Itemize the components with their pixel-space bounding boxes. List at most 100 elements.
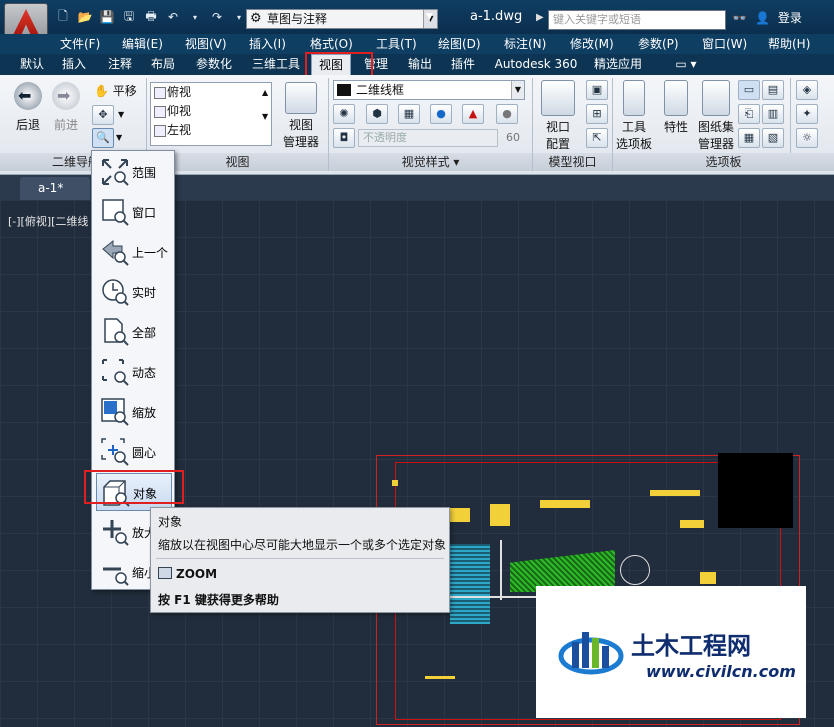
design-center-icon[interactable]: ⎗ <box>738 104 760 124</box>
panel-label-model-viewports[interactable]: 模型视口 <box>533 153 612 171</box>
view-bottom[interactable]: 仰视 <box>151 102 271 121</box>
binoculars-icon[interactable]: 👓 <box>732 11 747 25</box>
orbit-dropdown-icon[interactable]: ▼ <box>118 110 124 119</box>
menu-draw[interactable]: 绘图(D) <box>438 34 481 54</box>
menu-edit[interactable]: 编辑(E) <box>122 34 163 54</box>
views-scroll-down-icon[interactable]: ▼ <box>262 112 268 121</box>
tab-default[interactable]: 默认 <box>12 54 52 75</box>
face-style-icon[interactable]: ▦ <box>398 104 420 124</box>
tab-insert[interactable]: 插入 <box>54 54 94 75</box>
menu-tools[interactable]: 工具(T) <box>376 34 417 54</box>
search-input[interactable]: 键入关键字或短语 <box>548 10 726 30</box>
redo-icon[interactable]: ↷ <box>208 8 226 26</box>
forward-button[interactable]: ➡ 前进 <box>48 82 84 133</box>
color-sphere-icon[interactable]: ● <box>430 104 452 124</box>
tab-annotate[interactable]: 注释 <box>100 54 140 75</box>
menu-window[interactable]: 窗口(W) <box>702 34 747 54</box>
drawing-text-block <box>650 490 700 496</box>
menu-modify[interactable]: 修改(M) <box>570 34 614 54</box>
tab-plugins[interactable]: 插件 <box>443 54 483 75</box>
workspace-selector[interactable]: ⚙ 草图与注释 ▼ <box>246 9 438 29</box>
zoom-realtime[interactable]: 实时 <box>96 273 172 311</box>
opacity-slider[interactable]: 不透明度 <box>358 129 498 147</box>
undo-dropdown-icon[interactable]: ▾ <box>186 8 204 26</box>
views-scroll-up-icon[interactable]: ▲ <box>262 88 268 97</box>
pan-button[interactable]: ✋ 平移 <box>94 82 142 99</box>
tab-output[interactable]: 输出 <box>400 54 440 75</box>
tab-autodesk-360[interactable]: Autodesk 360 <box>488 54 584 75</box>
orbit-icon[interactable]: ✥ <box>92 105 114 125</box>
new-icon[interactable]: 🗋 <box>54 8 72 26</box>
properties-button[interactable]: 特性 <box>658 80 694 135</box>
material-sphere-icon[interactable]: ● <box>496 104 518 124</box>
visual-style-select[interactable]: 二维线框 ▼ <box>333 80 525 100</box>
undo-icon[interactable]: ↶ <box>164 8 182 26</box>
menu-file[interactable]: 文件(F) <box>60 34 100 54</box>
view-top[interactable]: 俯视 <box>151 83 271 102</box>
view-left[interactable]: 左视 <box>151 121 271 140</box>
qat-dropdown-icon[interactable]: ▼ <box>426 12 433 22</box>
extra-tool-2-icon[interactable]: ✦ <box>796 104 818 124</box>
zoom-all[interactable]: 全部 <box>96 313 172 351</box>
ribbon-minimize-icon[interactable]: ▭ ▾ <box>668 54 704 75</box>
zoom-dynamic[interactable]: 动态 <box>96 353 172 391</box>
quickcalc-icon[interactable]: ▧ <box>762 128 784 148</box>
zoom-dropdown-button[interactable]: 🔍 <box>92 128 114 148</box>
tab-3d-tools[interactable]: 三维工具 <box>246 54 306 75</box>
edge-effects-icon[interactable]: ✺ <box>333 104 355 124</box>
menu-parametric[interactable]: 参数(P) <box>638 34 679 54</box>
zoom-extents[interactable]: 范围 <box>96 153 172 191</box>
zoom-previous-icon <box>100 237 130 267</box>
command-line-icon[interactable]: ▭ <box>738 80 760 100</box>
shadow-icon[interactable]: ▲ <box>462 104 484 124</box>
view-manager-button[interactable]: 视图 管理器 <box>278 82 324 150</box>
wireframe-swatch-icon <box>337 84 351 96</box>
panel-label-visual-styles[interactable]: 视觉样式 ▾ <box>329 153 532 171</box>
extra-tool-3-icon[interactable]: ☼ <box>796 128 818 148</box>
tab-parametric[interactable]: 参数化 <box>188 54 240 75</box>
viewport-restore-icon[interactable]: ⇱ <box>586 128 608 148</box>
extra-tool-1-icon[interactable]: ◈ <box>796 80 818 100</box>
viewport-join-icon[interactable]: ⊞ <box>586 104 608 124</box>
login-button[interactable]: 登录 <box>778 9 802 26</box>
quick-access-toolbar: 🗋 📂 💾 🖫 🖶 ↶ ▾ ↷ ▾ <box>54 8 248 26</box>
viewport-named-icon[interactable]: ▣ <box>586 80 608 100</box>
saveas-icon[interactable]: 🖫 <box>120 8 138 26</box>
zoom-dropdown-arrow-icon[interactable]: ▼ <box>116 133 122 142</box>
panel-label-palettes[interactable]: 选项板 <box>613 153 834 171</box>
search-expand-icon[interactable]: ▶ <box>536 12 544 23</box>
save-icon[interactable]: 💾 <box>98 8 116 26</box>
viewport-controls[interactable]: [-][俯视][二维线 <box>8 213 88 229</box>
zoom-center[interactable]: 圆心 <box>96 433 172 471</box>
zoom-previous[interactable]: 上一个 <box>96 233 172 271</box>
user-icon[interactable]: 👤 <box>755 11 770 25</box>
zoom-window[interactable]: 窗口 <box>96 193 172 231</box>
sheet-set-icon <box>702 80 730 116</box>
opacity-toggle-icon[interactable]: ◘ <box>333 128 355 148</box>
menu-insert[interactable]: 插入(I) <box>249 34 286 54</box>
markup-icon[interactable]: ▥ <box>762 104 784 124</box>
drawing-text-block <box>700 572 716 584</box>
tab-featured-apps[interactable]: 精选应用 <box>588 54 648 75</box>
pan-hand-icon: ✋ <box>94 84 109 98</box>
dbconnect-icon[interactable]: ▦ <box>738 128 760 148</box>
viewport-config-button[interactable]: 视口 配置 <box>538 80 578 152</box>
tab-layout[interactable]: 布局 <box>143 54 183 75</box>
menu-bar: 文件(F) 编辑(E) 视图(V) 插入(I) 格式(O) 工具(T) 绘图(D… <box>0 34 834 54</box>
zoom-scale[interactable]: 缩放 <box>96 393 172 431</box>
tool-palettes-button[interactable]: 工具 选项板 <box>614 80 654 152</box>
print-icon[interactable]: 🖶 <box>142 8 160 26</box>
sheet-set-manager-button[interactable]: 图纸集 管理器 <box>694 80 738 152</box>
zoom-in-icon <box>100 517 130 547</box>
menu-format[interactable]: 格式(O) <box>310 34 353 54</box>
menu-help[interactable]: 帮助(H) <box>768 34 810 54</box>
open-icon[interactable]: 📂 <box>76 8 94 26</box>
menu-dimension[interactable]: 标注(N) <box>504 34 546 54</box>
ribbon-tab-bar: 默认 插入 注释 布局 参数化 三维工具 视图 管理 输出 插件 Autodes… <box>0 54 834 75</box>
document-tab[interactable]: a-1* <box>20 177 90 200</box>
menu-view[interactable]: 视图(V) <box>185 34 227 54</box>
drawing-black-block <box>718 453 793 528</box>
back-button[interactable]: ⬅ 后退 <box>10 82 46 133</box>
cube-icon[interactable]: ⬢ <box>366 104 388 124</box>
calculator-icon[interactable]: ▤ <box>762 80 784 100</box>
